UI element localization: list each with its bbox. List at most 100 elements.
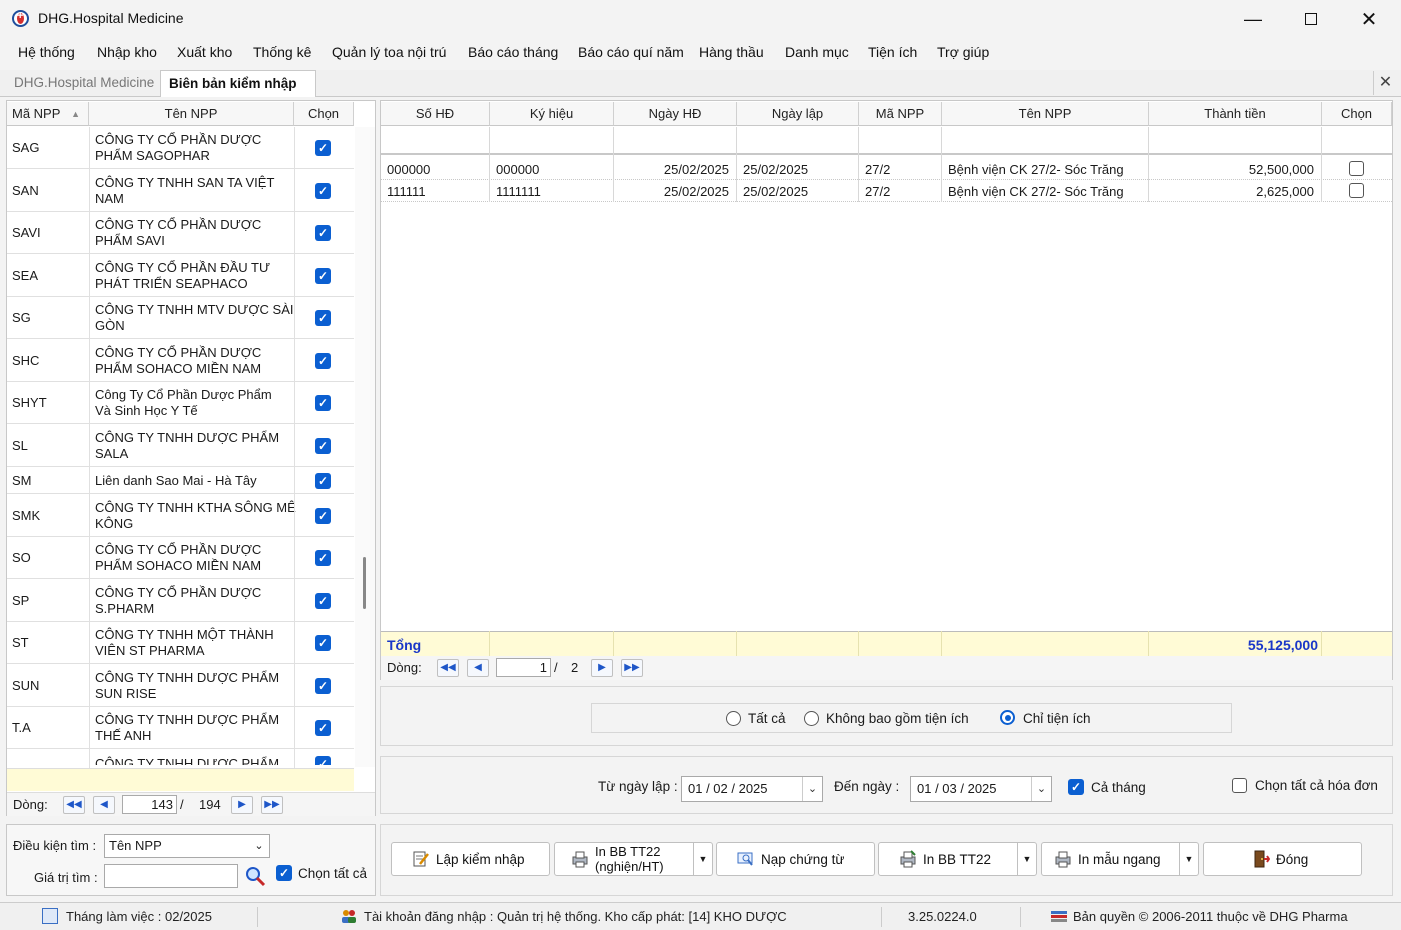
minimize-button[interactable]: — — [1224, 0, 1282, 38]
menu-thong-ke[interactable]: Thống kê — [253, 44, 311, 60]
menu-he-thong[interactable]: Hệ thống — [18, 44, 75, 60]
col-header-ngay-hd[interactable]: Ngày HĐ — [614, 102, 737, 126]
supplier-select-checkbox[interactable]: ✓ — [315, 267, 331, 284]
tab-bien-ban-kiem-nhap[interactable]: Biên bản kiểm nhập — [160, 70, 316, 97]
search-value-input[interactable] — [104, 864, 238, 888]
create-inspection-button[interactable]: Lập kiểm nhập — [391, 842, 550, 876]
whole-month-checkbox[interactable]: ✓ — [1068, 779, 1084, 795]
supplier-row[interactable]: SO CÔNG TY CỔ PHẦN DƯỢC PHẨM SOHACO MIỀN N… — [7, 537, 354, 579]
col-header-ma-npp[interactable]: Mã NPP — [859, 102, 942, 126]
from-date-input[interactable]: 01 / 02 / 2025 ⌄ — [681, 776, 823, 802]
invoice-row[interactable]: 111111 1111111 25/02/2025 25/02/2025 27/2 Bện… — [381, 180, 1392, 202]
to-date-dropdown-icon[interactable]: ⌄ — [1031, 777, 1051, 801]
print-bb-tt22-dropdown[interactable]: ▼ — [1017, 842, 1037, 876]
invoice-first-page-icon[interactable]: ◀◀ — [437, 659, 459, 677]
supplier-select-checkbox[interactable]: ✓ — [315, 720, 331, 736]
invoice-row[interactable]: 000000 000000 25/02/2025 25/02/2025 27/2 Bệnh… — [381, 158, 1392, 180]
supplier-row[interactable]: SHYT Công Ty Cổ Phần Dược Phẩm Và Sinh Học… — [7, 382, 354, 424]
supplier-select-checkbox[interactable]: ✓ — [315, 756, 331, 765]
radio-tat-ca[interactable] — [726, 711, 741, 726]
search-icon[interactable] — [243, 864, 267, 888]
supplier-row[interactable]: SAG CÔNG TY CỔ PHẦN DƯỢC PHẨM SAGOPHAR ✓ — [7, 127, 354, 169]
close-window-button[interactable]: ✕ — [1340, 0, 1398, 38]
first-page-icon[interactable]: ◀◀ — [63, 796, 85, 814]
radio-chi-tien-ich[interactable] — [1000, 710, 1015, 725]
supplier-row[interactable]: ST CÔNG TY TNHH MỘT THÀNH VIÊN ST PHARMA ✓ — [7, 622, 354, 664]
col-header-ma-npp[interactable]: Mã NPP ▲ — [7, 102, 89, 126]
supplier-row[interactable]: CÔNG TY TNHH DƯỢC PHẨM ✓ — [7, 749, 354, 765]
print-tt22-narcotic-dropdown[interactable]: ▼ — [693, 842, 713, 876]
supplier-row[interactable]: SP CÔNG TY CỔ PHẦN DƯỢC S.PHARM ✓ — [7, 579, 354, 622]
supplier-select-checkbox[interactable]: ✓ — [315, 507, 331, 524]
col-header-ngay-lap[interactable]: Ngày lập — [737, 102, 859, 126]
close-button[interactable]: Đóng — [1203, 842, 1362, 876]
menu-tien-ich[interactable]: Tiện ích — [868, 44, 917, 60]
supplier-row[interactable]: SMK CÔNG TY TNHH KTHA SÔNG MÊ KÔNG ✓ — [7, 494, 354, 537]
next-page-icon[interactable]: ▶ — [231, 796, 253, 814]
invoice-total-row: Tổng 55,125,000 — [381, 631, 1392, 656]
last-page-icon[interactable]: ▶▶ — [261, 796, 283, 814]
supplier-select-checkbox[interactable]: ✓ — [315, 635, 331, 651]
from-date-dropdown-icon[interactable]: ⌄ — [802, 777, 822, 801]
supplier-select-checkbox[interactable]: ✓ — [315, 140, 331, 156]
print-landscape-button[interactable]: In mẫu ngang — [1041, 842, 1180, 876]
page-input[interactable]: 143 — [122, 795, 177, 814]
supplier-row[interactable]: SAVI CÔNG TY CỔ PHẦN DƯỢC PHẨM SAVI ✓ — [7, 212, 354, 254]
invoice-last-page-icon[interactable]: ▶▶ — [621, 659, 643, 677]
supplier-select-checkbox[interactable]: ✓ — [315, 395, 331, 411]
prev-page-icon[interactable]: ◀ — [93, 796, 115, 814]
menu-quan-ly-toa[interactable]: Quản lý toa nội trú — [332, 44, 446, 60]
invoice-prev-page-icon[interactable]: ◀ — [467, 659, 489, 677]
maximize-button[interactable] — [1282, 0, 1340, 38]
close-tab-icon[interactable]: ✕ — [1373, 71, 1397, 95]
select-all-checkbox[interactable]: ✓ — [276, 865, 292, 881]
print-tt22-narcotic-button[interactable]: In BB TT22 (nghiện/HT) — [554, 842, 694, 876]
supplier-select-checkbox[interactable]: ✓ — [315, 472, 331, 489]
supplier-row[interactable]: SAN CÔNG TY TNHH SAN TA VIỆT NAM ✓ — [7, 169, 354, 212]
supplier-select-checkbox[interactable]: ✓ — [315, 592, 331, 609]
condition-select[interactable]: Tên NPP ⌄ — [104, 834, 270, 858]
supplier-select-checkbox[interactable]: ✓ — [315, 182, 331, 199]
supplier-row[interactable]: T.A CÔNG TY TNHH DƯỢC PHẨM THẾ ANH ✓ — [7, 707, 354, 749]
menu-bao-cao-qui-nam[interactable]: Báo cáo quí năm — [578, 44, 684, 60]
supplier-select-checkbox[interactable]: ✓ — [315, 437, 331, 454]
menu-nhap-kho[interactable]: Nhập kho — [97, 44, 157, 60]
supplier-row[interactable]: SG CÔNG TY TNHH MTV DƯỢC SÀI GÒN ✓ — [7, 297, 354, 339]
radio-khong-bao-gom[interactable] — [804, 711, 819, 726]
tab-hospital-medicine[interactable]: DHG.Hospital Medicine — [6, 70, 162, 97]
supplier-row[interactable]: SHC CÔNG TY CỔ PHẦN DƯỢC PHẨM SOHACO MIỀN … — [7, 339, 354, 382]
print-landscape-dropdown[interactable]: ▼ — [1179, 842, 1199, 876]
scrollbar-thumb[interactable] — [363, 557, 366, 609]
invoice-filter-row[interactable] — [381, 127, 1392, 155]
menu-xuat-kho[interactable]: Xuất kho — [177, 44, 232, 60]
to-date-input[interactable]: 01 / 03 / 2025 ⌄ — [910, 776, 1052, 802]
invoice-page-input[interactable]: 1 — [496, 658, 551, 677]
invoice-select-checkbox[interactable] — [1349, 183, 1364, 198]
supplier-row[interactable]: SM Liên danh Sao Mai - Hà Tây ✓ — [7, 467, 354, 494]
supplier-select-checkbox[interactable]: ✓ — [315, 352, 331, 369]
select-all-invoices-checkbox[interactable] — [1232, 778, 1247, 793]
supplier-select-checkbox[interactable]: ✓ — [315, 677, 331, 694]
menu-hang-thau[interactable]: Hàng thầu — [699, 44, 764, 60]
print-bb-tt22-button[interactable]: In BB TT22 — [878, 842, 1018, 876]
menu-tro-giup[interactable]: Trợ giúp — [937, 44, 989, 60]
supplier-scrollbar[interactable] — [355, 127, 375, 767]
load-documents-button[interactable]: Nạp chứng từ — [716, 842, 875, 876]
col-header-ky-hieu[interactable]: Ký hiệu — [490, 102, 614, 126]
col-header-ten-npp[interactable]: Tên NPP — [89, 102, 294, 126]
supplier-select-checkbox[interactable]: ✓ — [315, 225, 331, 241]
invoice-next-page-icon[interactable]: ▶ — [591, 659, 613, 677]
supplier-select-checkbox[interactable]: ✓ — [315, 310, 331, 326]
menu-bao-cao-thang[interactable]: Báo cáo tháng — [468, 44, 558, 60]
col-header-chon[interactable]: Chọn — [294, 102, 354, 126]
supplier-row[interactable]: SUN CÔNG TY TNHH DƯỢC PHẨM SUN RISE ✓ — [7, 664, 354, 707]
supplier-row[interactable]: SEA CÔNG TY CỔ PHẦN ĐẦU TƯ PHÁT TRIỂN SEAP… — [7, 254, 354, 297]
col-header-ten-npp[interactable]: Tên NPP — [942, 102, 1149, 126]
col-header-so-hd[interactable]: Số HĐ — [381, 102, 490, 126]
menu-danh-muc[interactable]: Danh mục — [785, 44, 849, 60]
col-header-thanh-tien[interactable]: Thành tiền — [1149, 102, 1322, 126]
supplier-select-checkbox[interactable]: ✓ — [315, 550, 331, 566]
supplier-row[interactable]: SL CÔNG TY TNHH DƯỢC PHẨM SALA ✓ — [7, 424, 354, 467]
col-header-chon[interactable]: Chọn — [1322, 102, 1392, 126]
invoice-select-checkbox[interactable] — [1349, 161, 1364, 176]
